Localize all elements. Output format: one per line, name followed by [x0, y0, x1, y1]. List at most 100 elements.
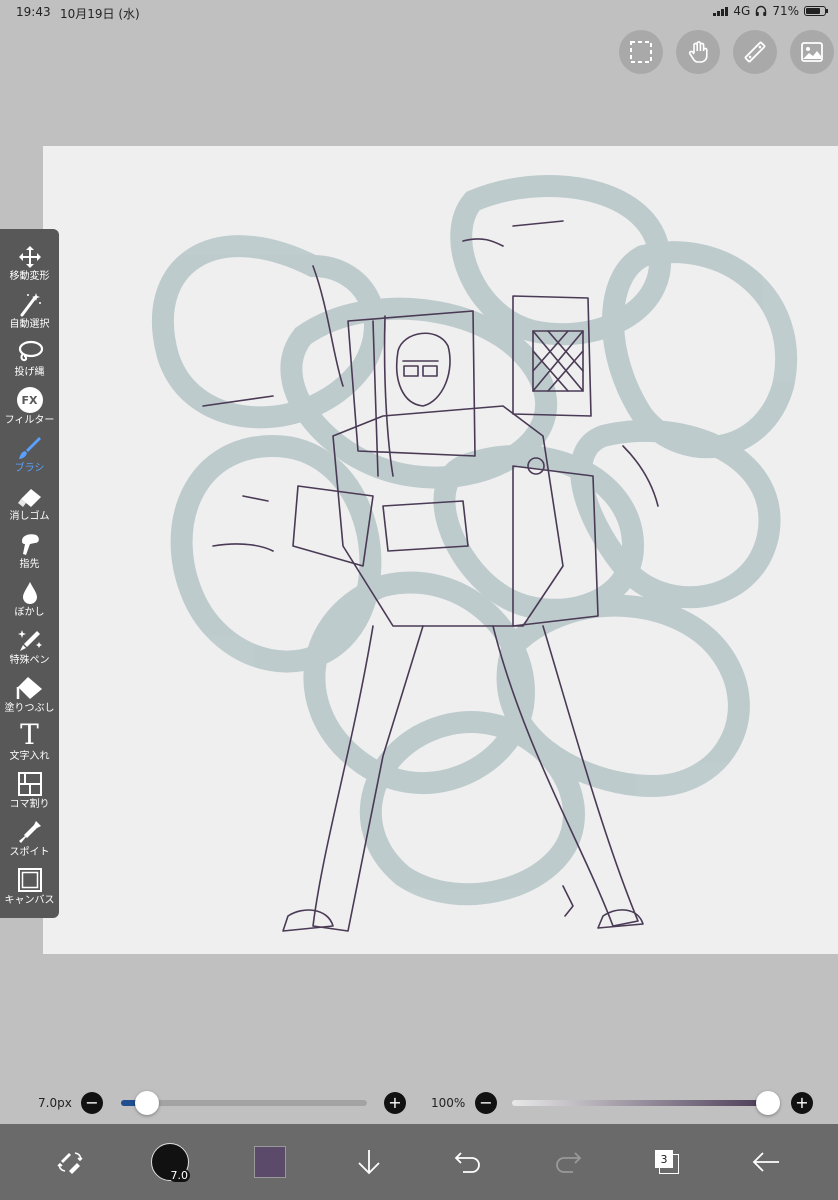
selection-button[interactable] — [619, 30, 663, 74]
tool-eyedropper[interactable]: スポイト — [0, 815, 59, 863]
drawing-canvas[interactable] — [43, 146, 838, 954]
opacity-increase-button[interactable]: + — [791, 1092, 813, 1114]
tool-move[interactable]: 移動変形 — [0, 239, 59, 287]
tool-canvas[interactable]: キャンバス — [0, 863, 59, 911]
status-date: 10月19日 (水) — [60, 7, 140, 21]
tool-magic-wand[interactable]: 自動選択 — [0, 287, 59, 335]
magic-wand-icon — [20, 293, 41, 317]
hand-button[interactable] — [676, 30, 720, 74]
swap-brush-eraser-icon — [57, 1152, 83, 1174]
status-bar: 19:43 10月19日 (水) 4G 71% — [0, 0, 838, 24]
blue-stroke-6 — [303, 571, 535, 795]
layers-icon: 3 — [654, 1149, 680, 1175]
tool-label: 移動変形 — [9, 271, 50, 282]
brush-size-button[interactable]: 7.0 — [142, 1134, 198, 1190]
down-arrow-icon — [358, 1150, 380, 1175]
finger-icon — [21, 534, 39, 555]
tool-brush[interactable]: ブラシ — [0, 431, 59, 479]
swap-tool-button[interactable] — [42, 1134, 98, 1190]
redo-icon — [556, 1152, 582, 1173]
back-arrow-icon — [752, 1152, 779, 1172]
blue-stroke-4 — [170, 434, 382, 673]
battery-icon — [804, 6, 828, 16]
tool-eraser[interactable]: 消しゴム — [0, 479, 59, 527]
image-button[interactable] — [790, 30, 834, 74]
back-button[interactable] — [738, 1134, 794, 1190]
opacity-decrease-button[interactable]: − — [475, 1092, 497, 1114]
move-icon — [18, 246, 41, 268]
tool-frame-divider[interactable]: コマ割り — [0, 767, 59, 815]
tool-label: 文字入れ — [9, 751, 50, 762]
tool-special-pen[interactable]: 特殊ペン — [0, 623, 59, 671]
blue-stroke-3 — [602, 241, 798, 459]
blur-drop-icon — [22, 582, 37, 604]
tool-smudge[interactable]: 指先 — [0, 527, 59, 575]
tool-label: 投げ縄 — [14, 367, 45, 378]
layers-button[interactable]: 3 — [639, 1134, 695, 1190]
eraser-icon — [17, 489, 41, 507]
brush-size-increase-button[interactable]: + — [384, 1092, 406, 1114]
layer-count: 3 — [655, 1150, 673, 1168]
lasso-icon — [18, 340, 43, 362]
undo-button[interactable] — [440, 1134, 496, 1190]
brush-size-decrease-button[interactable]: − — [81, 1092, 103, 1114]
tool-label: 消しゴム — [9, 511, 50, 522]
battery-percent: 71% — [772, 4, 799, 18]
blue-stroke-8 — [359, 711, 585, 906]
brush-size-knob[interactable] — [135, 1091, 159, 1115]
opacity-slider[interactable] — [512, 1100, 768, 1106]
tool-label: ぼかし — [14, 607, 45, 618]
status-right: 4G 71% — [713, 4, 828, 18]
tool-label: キャンバス — [4, 895, 55, 906]
fill-bucket-icon — [16, 677, 42, 699]
tool-label: 特殊ペン — [9, 655, 50, 666]
blue-stroke-1 — [152, 235, 386, 429]
fx-text: FX — [21, 393, 38, 407]
download-button[interactable] — [341, 1134, 397, 1190]
tool-blur[interactable]: ぼかし — [0, 575, 59, 623]
plus-icon: + — [795, 1093, 809, 1112]
redo-button[interactable] — [540, 1134, 596, 1190]
brush-size-value: 7.0px — [38, 1096, 72, 1110]
tool-text[interactable]: T 文字入れ — [0, 719, 59, 767]
tool-sidebar: 移動変形 自動選択 投げ縄 FX フィルター ブラシ 消しゴム 指先 ぼかし 特… — [0, 229, 59, 918]
selection-icon — [630, 41, 652, 63]
status-time: 19:43 — [16, 5, 51, 19]
network-type: 4G — [733, 4, 751, 18]
tool-label: フィルター — [4, 415, 55, 426]
frame-divider-icon — [17, 772, 42, 796]
bottom-toolbar: 7.0 3 — [0, 1124, 838, 1200]
blue-stroke-5 — [570, 419, 781, 609]
plus-icon: + — [388, 1093, 402, 1112]
special-pen-icon — [17, 630, 42, 651]
text-icon: T — [20, 718, 39, 751]
tool-label: 自動選択 — [9, 319, 50, 330]
brush-size-preview: 7.0 — [151, 1143, 190, 1182]
canvas-icon — [17, 868, 42, 892]
opacity-knob[interactable] — [756, 1091, 780, 1115]
tool-label: 指先 — [19, 559, 40, 570]
fx-icon: FX — [16, 387, 43, 413]
top-toolbar — [619, 30, 834, 74]
opacity-value: 100% — [431, 1096, 466, 1110]
slider-bar: 7.0px − + 100% − + — [0, 1082, 838, 1122]
ruler-button[interactable] — [733, 30, 777, 74]
eyedropper-icon — [18, 821, 41, 843]
tool-label: コマ割り — [9, 799, 50, 810]
tool-fill[interactable]: 塗りつぶし — [0, 671, 59, 719]
tool-label: スポイト — [9, 847, 50, 858]
headphones-icon — [756, 5, 767, 16]
current-color-swatch — [254, 1146, 286, 1178]
signal-icon — [713, 6, 729, 16]
color-button[interactable] — [242, 1134, 298, 1190]
image-icon — [801, 42, 823, 62]
brush-icon — [18, 437, 41, 459]
tool-filter[interactable]: FX フィルター — [0, 383, 59, 431]
hand-icon — [688, 41, 708, 63]
tool-label: ブラシ — [14, 463, 45, 474]
tool-lasso[interactable]: 投げ縄 — [0, 335, 59, 383]
minus-icon: − — [85, 1093, 99, 1112]
undo-icon — [454, 1152, 480, 1173]
tool-label: 塗りつぶし — [4, 703, 55, 714]
minus-icon: − — [479, 1093, 493, 1112]
